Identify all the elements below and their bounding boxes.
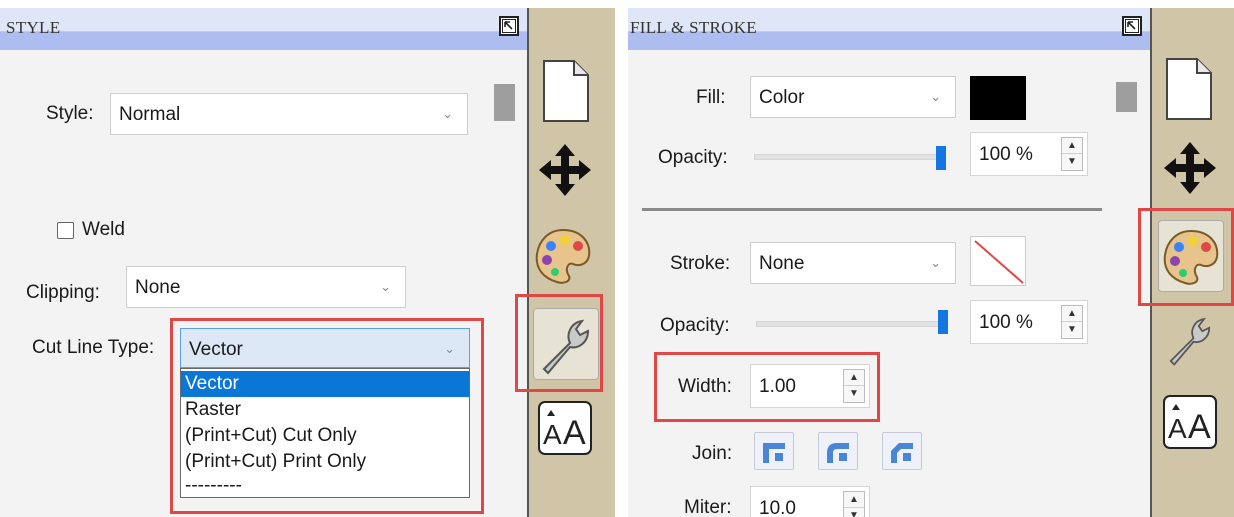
join-round-button[interactable] [818,432,858,470]
stroke-opacity-value: 100 % [979,312,1033,333]
join-bevel-button[interactable] [882,432,922,470]
weld-checkbox[interactable] [57,222,74,239]
section-divider [642,208,1102,211]
expand-panel-icon[interactable] [499,16,519,36]
fill-stroke-panel-header: FILL & STROKE [628,8,1150,50]
page-icon[interactable] [1164,56,1214,127]
clipping-select-value: None [135,277,181,298]
chevron-down-icon: ⌄ [930,255,941,270]
chevron-down-icon: ⌄ [442,106,453,121]
panel-title: STYLE [6,18,61,37]
svg-text:A: A [1168,413,1187,444]
stroke-opacity-label: Opacity: [660,315,730,336]
fill-opacity-input[interactable]: 100 % ▲ ▼ [970,132,1088,176]
spin-up-icon[interactable]: ▲ [1062,138,1082,154]
scrollbar-thumb[interactable] [494,84,515,121]
stroke-type-select[interactable]: None ⌄ [750,242,956,284]
miter-label: Miter: [684,497,732,517]
chevron-down-icon: ⌄ [930,89,941,104]
stroke-opacity-input[interactable]: 100 % ▲ ▼ [970,300,1088,344]
miter-spinner[interactable]: ▲ ▼ [843,491,865,517]
fill-opacity-slider-thumb[interactable] [936,146,946,170]
fill-stroke-panel: FILL & STROKE Fill: Color ⌄ Opacity: 100… [628,8,1234,517]
stroke-color-swatch[interactable] [970,236,1026,286]
cut-line-type-label: Cut Line Type: [32,337,155,358]
tool-dock: A A [515,8,615,517]
weld-label: Weld [82,219,125,240]
style-panel: STYLE Style: Normal ⌄ Weld Clipping: Non… [0,8,615,517]
scrollbar-thumb[interactable] [1116,82,1137,112]
spin-down-icon[interactable]: ▼ [1062,322,1082,338]
fill-type-value: Color [759,87,805,108]
svg-text:A: A [563,414,586,452]
fill-label: Fill: [696,87,726,108]
highlight-box [515,294,603,392]
palette-icon[interactable] [533,226,593,291]
fill-opacity-label: Opacity: [658,147,728,168]
expand-panel-icon[interactable] [1122,16,1142,36]
style-panel-content: STYLE Style: Normal ⌄ Weld Clipping: Non… [0,8,527,517]
fill-color-swatch[interactable] [970,76,1026,120]
svg-text:A: A [543,419,562,450]
join-miter-button[interactable] [754,432,794,470]
chevron-down-icon: ⌄ [380,279,391,294]
fill-opacity-spinner[interactable]: ▲ ▼ [1061,137,1083,171]
miter-value: 10.0 [759,498,796,517]
stroke-opacity-spinner[interactable]: ▲ ▼ [1061,305,1083,339]
fill-opacity-slider[interactable] [754,154,944,160]
fill-stroke-panel-content: FILL & STROKE Fill: Color ⌄ Opacity: 100… [628,8,1150,517]
svg-text:A: A [1188,408,1211,446]
style-label: Style: [46,103,94,124]
wrench-icon[interactable] [1162,312,1218,373]
spin-up-icon[interactable]: ▲ [844,492,864,508]
text-size-icon[interactable]: A A [1162,394,1218,455]
style-select-value: Normal [119,104,181,125]
move-icon[interactable] [1162,140,1218,201]
spin-up-icon[interactable]: ▲ [1062,306,1082,322]
stroke-opacity-slider[interactable] [756,321,946,327]
highlight-box [170,318,484,514]
stroke-opacity-slider-thumb[interactable] [938,310,948,334]
move-icon[interactable] [537,142,593,203]
highlight-box [1138,208,1234,306]
miter-input[interactable]: 10.0 ▲ ▼ [750,486,870,517]
spin-down-icon[interactable]: ▼ [844,508,864,517]
join-label: Join: [692,443,733,464]
tool-dock: A A [1138,8,1234,517]
clipping-select[interactable]: None ⌄ [126,266,406,308]
style-panel-header: STYLE [0,8,527,50]
clipping-label: Clipping: [26,282,100,303]
fill-type-select[interactable]: Color ⌄ [750,76,956,118]
fill-opacity-value: 100 % [979,144,1033,165]
panel-title: FILL & STROKE [630,18,757,37]
stroke-type-value: None [759,253,805,274]
highlight-box [654,352,880,422]
text-size-icon[interactable]: A A [537,400,593,461]
page-icon[interactable] [541,58,591,129]
spin-down-icon[interactable]: ▼ [1062,154,1082,170]
stroke-label: Stroke: [670,253,731,274]
style-select[interactable]: Normal ⌄ [110,93,468,135]
